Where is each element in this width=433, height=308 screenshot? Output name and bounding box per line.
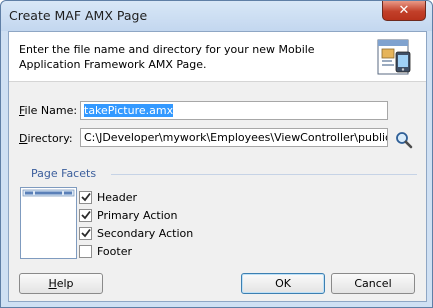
checkbox[interactable] [79,244,92,258]
primary-action-facet-checkbox[interactable]: Primary Action [79,207,177,223]
close-icon: ✕ [398,3,410,18]
dialog-window: Create MAF AMX Page ✕ Enter the file nam… [0,0,433,308]
checkmark-icon [80,192,91,202]
window-title: Create MAF AMX Page [9,8,148,23]
section-divider [111,174,417,175]
checkmark-icon [80,210,91,220]
cancel-button[interactable]: Cancel [331,273,415,294]
file-name-input[interactable]: takePicture.amx [80,101,388,120]
checkbox-label: Footer [97,244,132,258]
checkbox-label: Primary Action [97,208,178,222]
checkbox[interactable] [79,190,92,204]
header-facet-checkbox[interactable]: Header [79,189,137,205]
checkbox[interactable] [79,208,92,222]
checkbox-label: Header [97,190,138,204]
page-layout-preview [20,187,77,259]
directory-input[interactable]: C:\JDeveloper\mywork\Employees\ViewContr… [80,128,388,147]
page-facets-section-label: Page Facets [31,167,97,180]
directory-label: Directory: [19,132,73,145]
secondary-action-facet-checkbox[interactable]: Secondary Action [79,225,193,241]
search-icon[interactable] [395,131,413,149]
footer-facet-checkbox[interactable]: Footer [79,243,132,259]
file-name-label: File Name: [19,104,78,117]
help-button[interactable]: Help [19,273,103,294]
ok-button[interactable]: OK [241,273,325,294]
checkmark-icon [80,228,91,238]
dialog-body: Enter the file name and directory for yo… [8,31,427,302]
header-panel: Enter the file name and directory for yo… [9,32,426,82]
amx-page-wizard-icon [377,39,411,75]
close-button[interactable]: ✕ [382,1,426,21]
checkbox[interactable] [79,226,92,240]
title-bar[interactable]: Create MAF AMX Page ✕ [1,1,432,31]
checkbox-label: Secondary Action [97,226,194,240]
instructions-text: Enter the file name and directory for yo… [19,43,315,71]
